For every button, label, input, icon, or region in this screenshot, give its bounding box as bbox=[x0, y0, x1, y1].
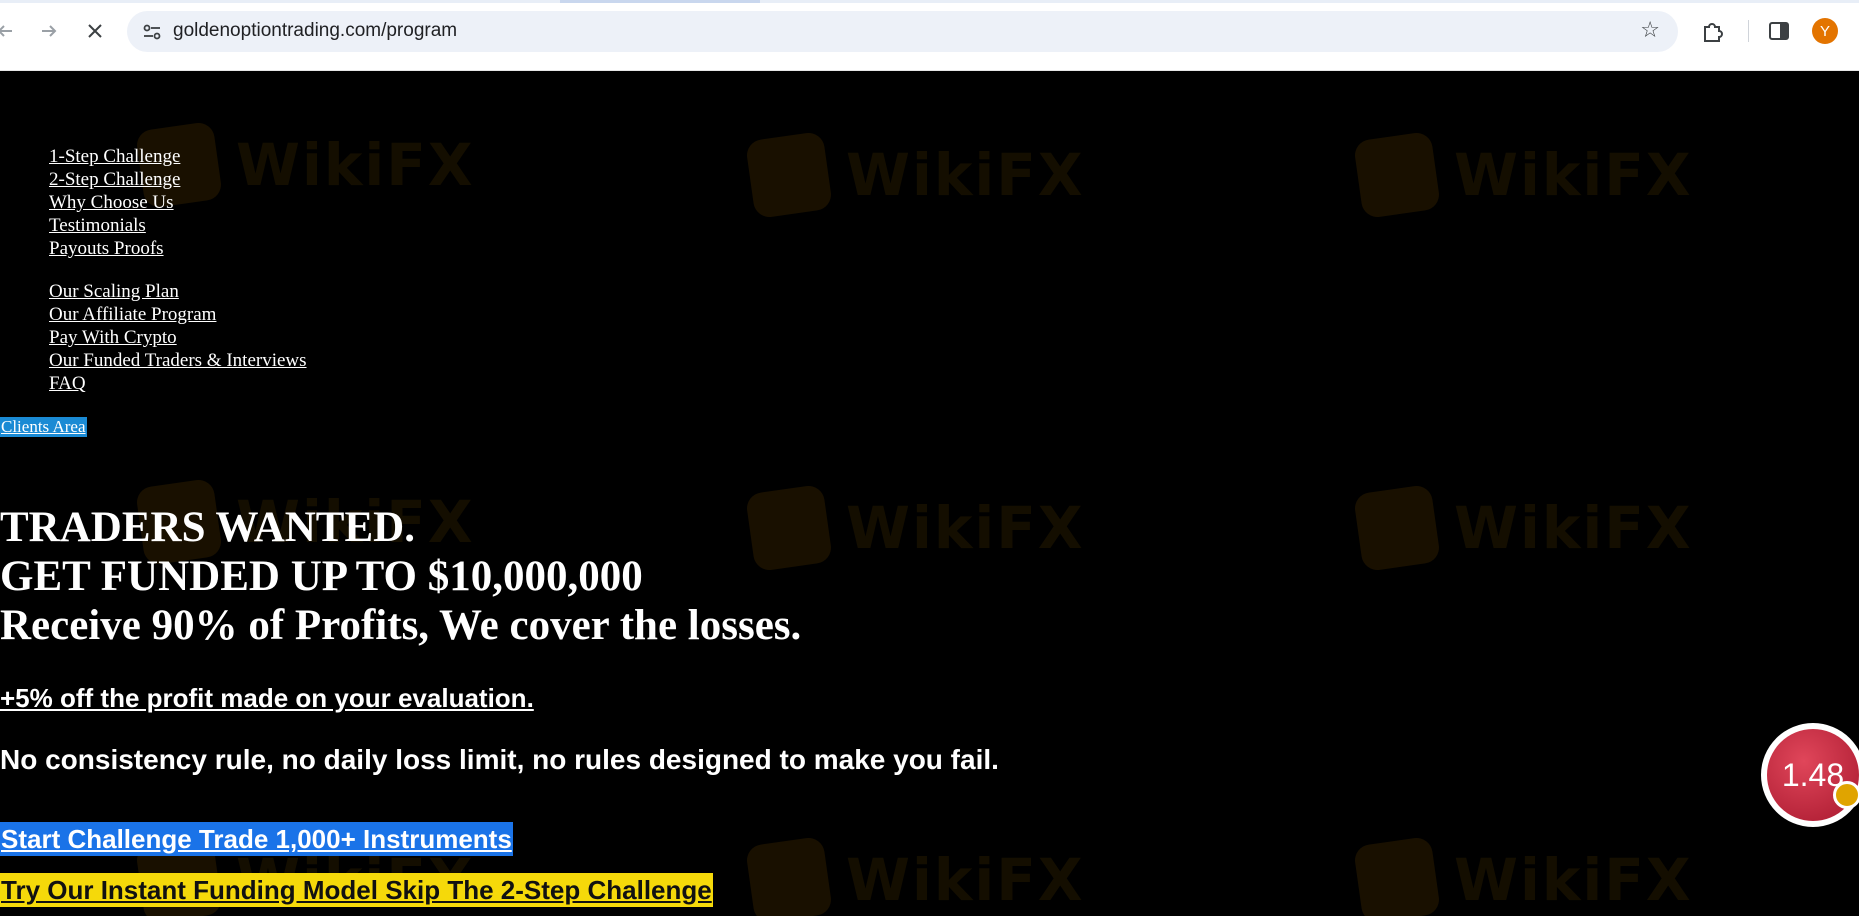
no-rules-text: No consistency rule, no daily loss limit… bbox=[0, 744, 999, 775]
watermark-logo-icon bbox=[1352, 130, 1442, 220]
watermark: WikiFX bbox=[744, 835, 1085, 916]
nav-item: 1-Step Challenge bbox=[49, 145, 180, 168]
nav-item: Testimonials bbox=[49, 214, 180, 237]
nav-link-affiliate-program[interactable]: Our Affiliate Program bbox=[49, 304, 216, 325]
nav-menu-primary: 1-Step Challenge 2-Step Challenge Why Ch… bbox=[49, 145, 180, 260]
nav-link-why-choose-us[interactable]: Why Choose Us bbox=[49, 192, 174, 213]
clients-area-link[interactable]: Clients Area bbox=[0, 417, 87, 437]
watermark: WikiFX bbox=[134, 120, 475, 210]
side-panel-icon[interactable] bbox=[1766, 18, 1792, 44]
watermark-text: WikiFX bbox=[1454, 846, 1693, 914]
watermark-logo-icon bbox=[1352, 835, 1442, 916]
nav-link-2-step-challenge[interactable]: 2-Step Challenge bbox=[49, 169, 180, 190]
hero-line-2: GET FUNDED UP TO $10,000,000 bbox=[0, 553, 643, 600]
watermark-logo-icon bbox=[744, 835, 834, 916]
chrome-bottom-border bbox=[0, 61, 1859, 71]
watermark-logo-icon bbox=[744, 130, 834, 220]
nav-link-testimonials[interactable]: Testimonials bbox=[49, 215, 146, 236]
watermark-logo-icon bbox=[1352, 483, 1442, 573]
forward-button-glyph bbox=[42, 25, 57, 37]
watermark: WikiFX bbox=[1352, 483, 1693, 573]
hero-line-1: TRADERS WANTED. bbox=[0, 504, 415, 551]
hero-headline: TRADERS WANTED. GET FUNDED UP TO $10,000… bbox=[0, 503, 801, 650]
toolbar-divider bbox=[1748, 20, 1749, 42]
coin-icon bbox=[1833, 781, 1859, 809]
star-icon[interactable]: ☆ bbox=[1640, 18, 1660, 43]
instant-funding-button[interactable]: Try Our Instant Funding Model Skip The 2… bbox=[0, 873, 713, 907]
arrow-right-icon[interactable] bbox=[34, 16, 64, 46]
nav-link-payouts-proofs[interactable]: Payouts Proofs bbox=[49, 238, 164, 259]
browser-chrome: goldenoptiontrading.com/program ☆ Y bbox=[0, 0, 1859, 71]
rating-badge[interactable]: 1.48 bbox=[1761, 723, 1859, 827]
nav-item: Pay With Crypto bbox=[49, 326, 307, 349]
watermark-text: WikiFX bbox=[846, 494, 1085, 562]
watermark: WikiFX bbox=[1352, 130, 1693, 220]
tune-icon[interactable] bbox=[141, 21, 163, 43]
watermark: WikiFX bbox=[1352, 835, 1693, 916]
nav-link-1-step-challenge[interactable]: 1-Step Challenge bbox=[49, 146, 180, 167]
nav-item: Why Choose Us bbox=[49, 191, 180, 214]
hero-line-3: Receive 90% of Profits, We cover the los… bbox=[0, 602, 802, 649]
back-button-glyph bbox=[0, 25, 12, 37]
watermark-text: WikiFX bbox=[846, 141, 1085, 209]
page-content: WikiFX WikiFX WikiFX WikiFX WikiFX WikiF… bbox=[0, 71, 1859, 916]
watermark-text: WikiFX bbox=[1454, 141, 1693, 209]
nav-item: FAQ bbox=[49, 372, 307, 395]
watermark: WikiFX bbox=[744, 130, 1085, 220]
watermark-text: WikiFX bbox=[846, 846, 1085, 914]
address-bar[interactable]: goldenoptiontrading.com/program ☆ bbox=[127, 11, 1678, 52]
nav-item: 2-Step Challenge bbox=[49, 168, 180, 191]
nav-item: Payouts Proofs bbox=[49, 237, 180, 260]
arrow-left-icon[interactable] bbox=[0, 16, 20, 46]
nav-menu-secondary: Our Scaling Plan Our Affiliate Program P… bbox=[49, 280, 307, 395]
nav-item: Our Affiliate Program bbox=[49, 303, 307, 326]
puzzle-icon[interactable] bbox=[1700, 18, 1726, 44]
watermark-text: WikiFX bbox=[236, 131, 475, 199]
stop-loading-glyph bbox=[88, 24, 102, 38]
watermark-text: WikiFX bbox=[1454, 494, 1693, 562]
active-tab-indicator[interactable] bbox=[560, 0, 760, 3]
start-challenge-button[interactable]: Start Challenge Trade 1,000+ Instruments bbox=[0, 822, 513, 856]
avatar[interactable]: Y bbox=[1812, 18, 1838, 44]
url-text[interactable]: goldenoptiontrading.com/program bbox=[173, 20, 457, 42]
tab-strip bbox=[0, 0, 1859, 3]
nav-link-pay-with-crypto[interactable]: Pay With Crypto bbox=[49, 327, 177, 348]
nav-link-faq[interactable]: FAQ bbox=[49, 373, 86, 394]
nav-link-funded-traders[interactable]: Our Funded Traders & Interviews bbox=[49, 350, 307, 371]
nav-item: Our Scaling Plan bbox=[49, 280, 307, 303]
nav-item: Our Funded Traders & Interviews bbox=[49, 349, 307, 372]
close-icon[interactable] bbox=[80, 16, 110, 46]
nav-link-scaling-plan[interactable]: Our Scaling Plan bbox=[49, 281, 179, 302]
offer-text: +5% off the profit made on your evaluati… bbox=[0, 683, 534, 713]
